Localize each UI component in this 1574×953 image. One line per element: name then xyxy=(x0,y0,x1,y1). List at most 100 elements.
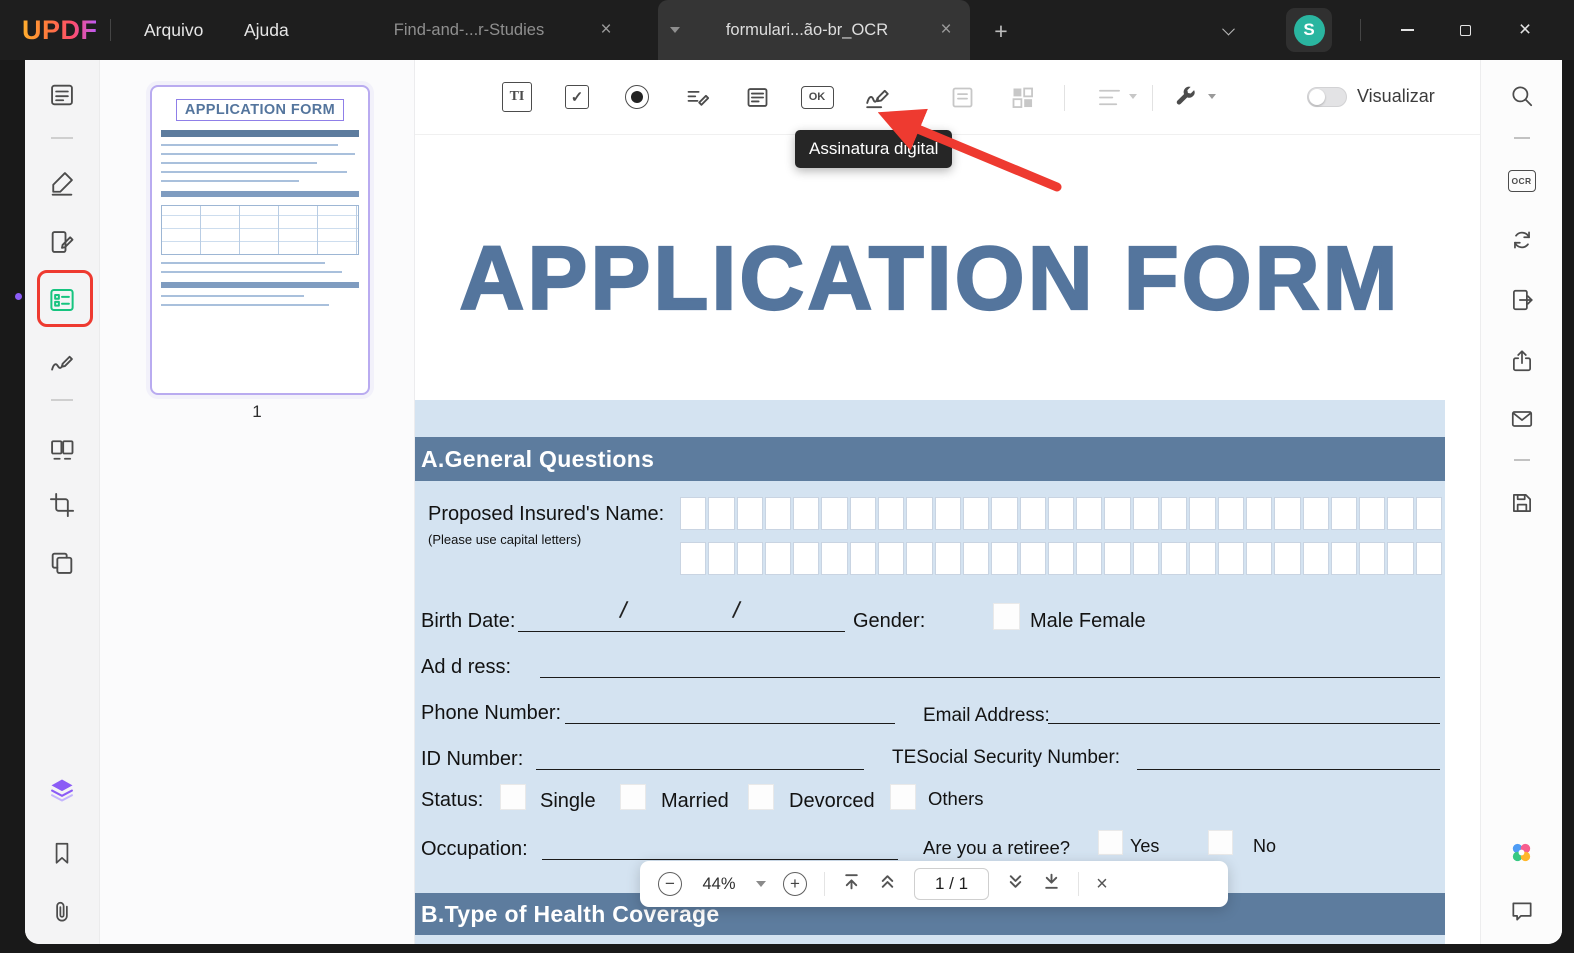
close-button[interactable]: × xyxy=(1504,12,1546,48)
scroll-to-top-button[interactable] xyxy=(842,872,861,896)
close-zoombar-button[interactable]: × xyxy=(1096,873,1108,896)
sidebar-organize-pages-button[interactable] xyxy=(40,430,84,470)
name-grid-cell xyxy=(1274,542,1301,575)
gender-options: Male Female xyxy=(1030,610,1146,632)
list-box-icon xyxy=(747,87,767,107)
field-underline-email xyxy=(1048,723,1440,724)
sidebar-panel-bookmarks[interactable] xyxy=(40,833,84,873)
sidebar-edit-button[interactable] xyxy=(40,222,84,262)
status-checkbox-devorced xyxy=(748,784,774,810)
tab-document-2-active[interactable]: formulari...ão-br_OCR × xyxy=(658,0,970,60)
preview-toggle[interactable] xyxy=(1307,87,1347,107)
titlebar-divider xyxy=(1360,19,1361,41)
push-button-tool-button[interactable]: OK xyxy=(798,78,836,116)
user-avatar[interactable]: S xyxy=(1286,8,1332,52)
crop-icon xyxy=(49,492,75,518)
sidebar-extract-button[interactable] xyxy=(40,543,84,583)
sidebar-sign-button[interactable] xyxy=(40,342,84,382)
sidebar-panel-thumbnails-active[interactable] xyxy=(40,770,84,810)
sidebar-panel-attachments[interactable] xyxy=(40,892,84,932)
status-option-label: Devorced xyxy=(789,790,875,812)
field-properties-button[interactable] xyxy=(1166,78,1204,116)
name-grid-cell xyxy=(1047,497,1075,530)
app-window: APPLICATION FORM 1 TI ✓ OK Visualizar AP… xyxy=(25,60,1562,944)
tab-order-icon xyxy=(952,87,972,107)
field-underline-ssn xyxy=(1137,769,1440,770)
export-page-icon xyxy=(1512,289,1533,311)
page-thumbnail[interactable]: APPLICATION FORM xyxy=(150,85,370,395)
ai-assistant-button[interactable] xyxy=(1501,832,1543,872)
tab-dropdown-icon[interactable] xyxy=(670,27,680,33)
zoom-dropdown-icon[interactable] xyxy=(756,881,766,887)
name-grid-cell xyxy=(764,497,792,530)
signature-icon xyxy=(865,89,889,108)
name-grid-cell xyxy=(1189,542,1216,575)
field-label-status: Status: xyxy=(421,789,484,811)
align-fields-button[interactable] xyxy=(1090,78,1128,116)
name-grid-cell xyxy=(1217,497,1244,530)
export-button[interactable] xyxy=(1501,280,1543,320)
page-indicator[interactable]: 1 / 1 xyxy=(914,868,990,900)
name-grid-cell xyxy=(1019,542,1046,575)
toggle-knob xyxy=(1309,89,1325,105)
name-grid-row-1 xyxy=(680,497,1443,530)
previous-page-button[interactable] xyxy=(878,872,897,896)
field-layout-button[interactable] xyxy=(1003,78,1041,116)
zoom-in-button[interactable]: + xyxy=(783,872,807,896)
minimize-button[interactable] xyxy=(1386,12,1428,48)
ocr-button[interactable]: OCR xyxy=(1501,161,1543,201)
name-grid-cell xyxy=(1217,542,1244,575)
properties-dropdown-icon[interactable] xyxy=(1208,94,1216,99)
name-grid-cell xyxy=(1132,497,1160,530)
tab-close-icon[interactable]: × xyxy=(594,19,618,41)
status-checkbox-married xyxy=(620,784,646,810)
email-button[interactable] xyxy=(1501,399,1543,439)
paperclip-icon xyxy=(56,902,68,922)
menu-arquivo[interactable]: Arquivo xyxy=(128,14,219,46)
menu-ajuda[interactable]: Ajuda xyxy=(228,14,305,46)
scroll-to-bottom-button[interactable] xyxy=(1042,872,1061,896)
list-box-tool-button[interactable] xyxy=(738,78,776,116)
edit-page-icon xyxy=(51,231,74,253)
digital-signature-tool-button[interactable] xyxy=(858,78,896,116)
document-viewport[interactable]: APPLICATION FORM A.General Questions Pro… xyxy=(415,135,1480,944)
checkbox-tool-button[interactable]: ✓ xyxy=(558,78,596,116)
field-label-id: ID Number: xyxy=(421,748,524,770)
status-checkbox-single xyxy=(500,784,526,810)
text-field-tool-button[interactable]: TI xyxy=(498,78,536,116)
tab-order-button[interactable] xyxy=(943,78,981,116)
name-grid-row-2 xyxy=(680,542,1443,575)
tabs-chevron-down-icon[interactable] xyxy=(1222,22,1248,38)
comments-panel-button[interactable] xyxy=(1501,891,1543,931)
zoom-out-button[interactable]: − xyxy=(658,872,682,896)
maximize-button[interactable] xyxy=(1444,12,1486,48)
sidebar-comment-button[interactable] xyxy=(40,163,84,203)
next-page-button[interactable] xyxy=(1006,872,1025,896)
name-grid-cell xyxy=(821,497,848,530)
share-button[interactable] xyxy=(1501,341,1543,381)
thumbnail-content-bar xyxy=(161,191,359,197)
combo-box-tool-button[interactable] xyxy=(678,78,716,116)
name-grid-cell xyxy=(1415,497,1443,530)
sidebar-crop-button[interactable] xyxy=(40,485,84,525)
ocr-icon: OCR xyxy=(1507,170,1536,192)
name-grid-cell xyxy=(878,497,905,530)
tab-label: Find-and-...r-Studies xyxy=(393,20,545,39)
combo-box-icon xyxy=(687,90,709,106)
convert-button[interactable] xyxy=(1501,220,1543,260)
name-grid-cell xyxy=(1104,497,1131,530)
new-tab-button[interactable]: + xyxy=(985,15,1017,47)
tab-close-icon[interactable]: × xyxy=(934,19,958,41)
name-grid-cell xyxy=(934,542,961,575)
save-button[interactable] xyxy=(1501,483,1543,523)
name-grid-cell xyxy=(793,497,820,530)
thumbnail-content-line xyxy=(161,304,330,306)
align-dropdown-icon[interactable] xyxy=(1129,94,1137,99)
sidebar-reader-button[interactable] xyxy=(40,75,84,115)
copy-pages-icon xyxy=(51,552,73,574)
search-button[interactable] xyxy=(1501,76,1543,116)
tab-document-1[interactable]: Find-and-...r-Studies × xyxy=(330,0,632,60)
name-grid-cell xyxy=(708,542,735,575)
tab-label: formulari...ão-br_OCR xyxy=(725,20,889,39)
radio-button-tool-button[interactable] xyxy=(618,78,656,116)
